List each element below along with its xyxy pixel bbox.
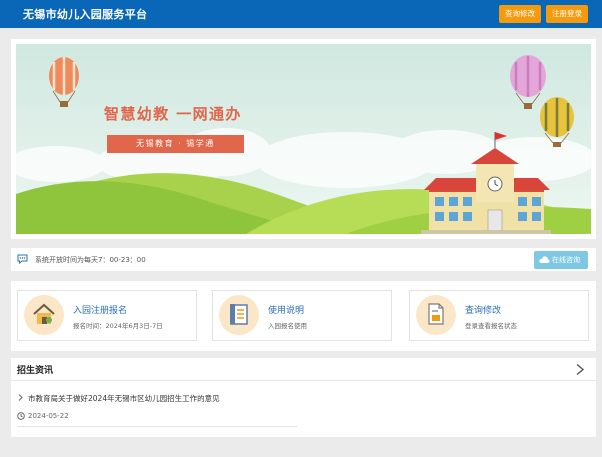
banner-slogan: 智慧幼教 一网通办 — [104, 105, 242, 123]
chevron-right-icon — [18, 394, 23, 401]
divider — [17, 426, 297, 427]
notice-bar: 系统开放时间为每天7：00-23：00 在线咨询 — [11, 248, 596, 271]
chevron-right-icon[interactable] — [575, 363, 585, 376]
card-subtitle: 登录查看报名状态 — [465, 322, 517, 330]
clipboard-icon — [416, 295, 456, 335]
card-user-guide[interactable]: 使用说明 入园报名使用 — [212, 290, 392, 341]
document-icon — [219, 295, 259, 335]
online-consult-button[interactable]: 在线咨询 — [534, 251, 588, 269]
card-title: 查询修改 — [465, 306, 502, 316]
banner-image: 智慧幼教 一网通办 无锡教育 · 锡学通 — [16, 44, 591, 234]
card-enrollment-registration[interactable]: 入园注册报名 报名时间：2024年6月3日-7日 — [17, 290, 197, 341]
clock-icon — [17, 412, 25, 420]
top-header: 无锡市幼儿入园服务平台 查询修改 注册登录 — [0, 0, 602, 28]
house-icon — [24, 295, 64, 335]
card-subtitle: 报名时间：2024年6月3日-7日 — [73, 322, 163, 330]
banner-ribbon: 无锡教育 · 锡学通 — [107, 135, 244, 153]
news-heading: 招生资讯 — [17, 366, 54, 376]
online-consult-label: 在线咨询 — [552, 256, 580, 264]
banner-panel: 智慧幼教 一网通办 无锡教育 · 锡学通 — [11, 39, 596, 239]
site-title: 无锡市幼儿入园服务平台 — [23, 8, 148, 21]
card-title: 入园注册报名 — [73, 306, 128, 316]
query-modify-button[interactable]: 查询修改 — [499, 5, 541, 23]
news-header: 招生资讯 — [11, 358, 596, 381]
banner-illustration — [16, 44, 591, 234]
news-item-title: 市教育局关于做好2024年无锡市区幼儿园招生工作的意见 — [28, 394, 220, 403]
card-subtitle: 入园报名使用 — [268, 322, 307, 330]
chat-bubble-icon — [17, 254, 28, 264]
news-date-text: 2024-05-22 — [28, 412, 69, 420]
admission-news-panel: 招生资讯 市教育局关于做好2024年无锡市区幼儿园招生工作的意见 2024-05… — [11, 358, 596, 437]
card-query-modify[interactable]: 查询修改 登录查看报名状态 — [409, 290, 589, 341]
open-hours-text: 系统开放时间为每天7：00-23：00 — [35, 256, 146, 264]
card-title: 使用说明 — [268, 306, 305, 316]
register-login-button[interactable]: 注册登录 — [546, 5, 588, 23]
service-cards: 入园注册报名 报名时间：2024年6月3日-7日 使用说明 入园报名使用 查询修… — [11, 281, 596, 351]
cloud-chat-icon — [539, 256, 550, 263]
